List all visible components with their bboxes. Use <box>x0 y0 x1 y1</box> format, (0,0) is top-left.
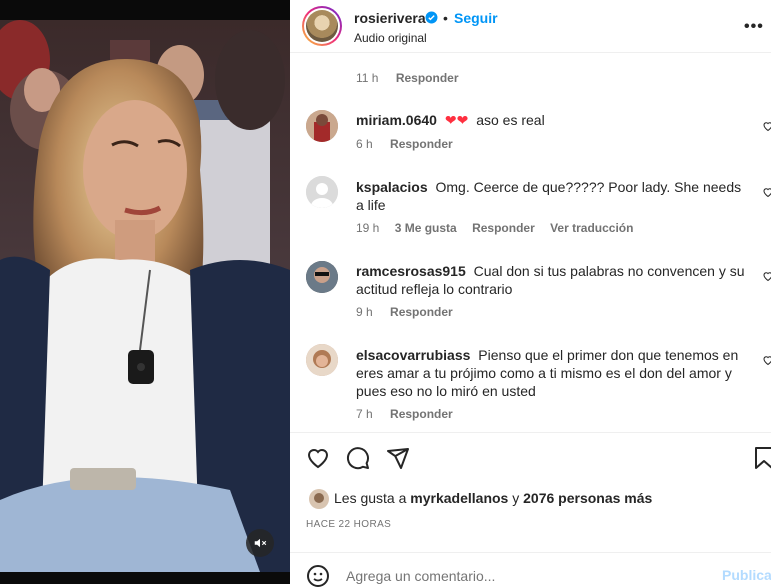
like-comment-heart-icon[interactable] <box>762 120 771 132</box>
commenter-avatar[interactable] <box>306 110 338 142</box>
like-comment-heart-icon[interactable] <box>762 270 771 282</box>
audio-label[interactable]: Audio original <box>354 31 427 45</box>
commenter-avatar[interactable] <box>306 261 338 293</box>
heart-emoji-icon: ❤❤ <box>444 112 469 128</box>
publish-button[interactable]: Publicar <box>722 567 771 583</box>
likes-count[interactable]: 2076 personas más <box>523 490 652 506</box>
reel-video[interactable] <box>0 0 290 584</box>
comment-time[interactable]: 9 h <box>356 305 373 319</box>
comment-like-count[interactable]: 3 Me gusta <box>395 221 457 235</box>
header-divider <box>290 52 771 53</box>
save-bookmark-icon[interactable] <box>752 446 771 470</box>
reply-button[interactable]: Responder <box>472 221 535 235</box>
actions-divider <box>290 432 771 433</box>
post-panel: rosierivera • Seguir Audio original ••• … <box>290 0 771 587</box>
video-frame <box>0 20 290 572</box>
comment-meta: 11 h Responder <box>356 71 459 85</box>
reply-button[interactable]: Responder <box>396 71 459 85</box>
speaker-muted-icon <box>254 538 267 548</box>
comment-meta: 7 h Responder <box>356 407 453 421</box>
comment-bubble-icon[interactable] <box>346 446 370 470</box>
reply-button[interactable]: Responder <box>390 137 453 151</box>
comment-time[interactable]: 11 h <box>356 71 378 85</box>
comment-meta: 19 h 3 Me gusta Responder Ver traducción <box>356 221 633 235</box>
mute-button[interactable] <box>246 529 274 557</box>
comment-time[interactable]: 7 h <box>356 407 373 421</box>
like-comment-heart-icon[interactable] <box>762 186 771 198</box>
likes-connector: y <box>512 490 520 506</box>
comment-meta: 9 h Responder <box>356 305 453 319</box>
more-options-icon[interactable]: ••• <box>744 18 764 36</box>
reply-button[interactable]: Responder <box>390 407 453 421</box>
see-translation-button[interactable]: Ver traducción <box>550 221 633 235</box>
comment-time[interactable]: 19 h <box>356 221 379 235</box>
commenter-avatar[interactable] <box>306 176 338 208</box>
like-comment-heart-icon[interactable] <box>762 354 771 366</box>
comment-username[interactable]: miriam.0640 <box>356 112 437 128</box>
comment-body: elsacovarrubiass Pienso que el primer do… <box>356 346 746 400</box>
author-username[interactable]: rosierivera <box>354 10 426 26</box>
verified-badge-icon <box>425 11 438 24</box>
post-header: rosierivera • Seguir Audio original ••• <box>290 0 771 52</box>
comment-meta: 6 h Responder <box>356 137 453 151</box>
commenter-avatar[interactable] <box>306 344 338 376</box>
author-avatar[interactable] <box>302 6 342 46</box>
composer-divider <box>290 552 771 553</box>
share-paper-plane-icon[interactable] <box>386 446 410 470</box>
separator-dot: • <box>443 10 448 26</box>
comment-body: kspalacios Omg. Ceerce de que????? Poor … <box>356 178 746 214</box>
comment-username[interactable]: ramcesrosas915 <box>356 263 466 279</box>
emoji-icon[interactable] <box>306 564 330 588</box>
reply-button[interactable]: Responder <box>390 305 453 319</box>
comment-username[interactable]: kspalacios <box>356 179 428 195</box>
follow-button[interactable]: Seguir <box>454 10 498 26</box>
liker-avatar[interactable] <box>308 488 330 510</box>
comment-text: aso es real <box>476 112 545 128</box>
comment-body: ramcesrosas915 Cual don si tus palabras … <box>356 262 746 298</box>
post-timestamp[interactable]: HACE 22 HORAS <box>306 519 391 530</box>
likes-prefix: Les gusta a <box>334 490 407 506</box>
like-heart-icon[interactable] <box>306 446 330 470</box>
comment-time[interactable]: 6 h <box>356 137 373 151</box>
comment-username[interactable]: elsacovarrubiass <box>356 347 470 363</box>
comment-input[interactable] <box>346 568 646 584</box>
liker-username[interactable]: myrkadellanos <box>410 490 508 506</box>
likes-summary: Les gusta a myrkadellanos y 2076 persona… <box>334 490 652 506</box>
comment-body: miriam.0640 ❤❤ aso es real <box>356 111 746 129</box>
